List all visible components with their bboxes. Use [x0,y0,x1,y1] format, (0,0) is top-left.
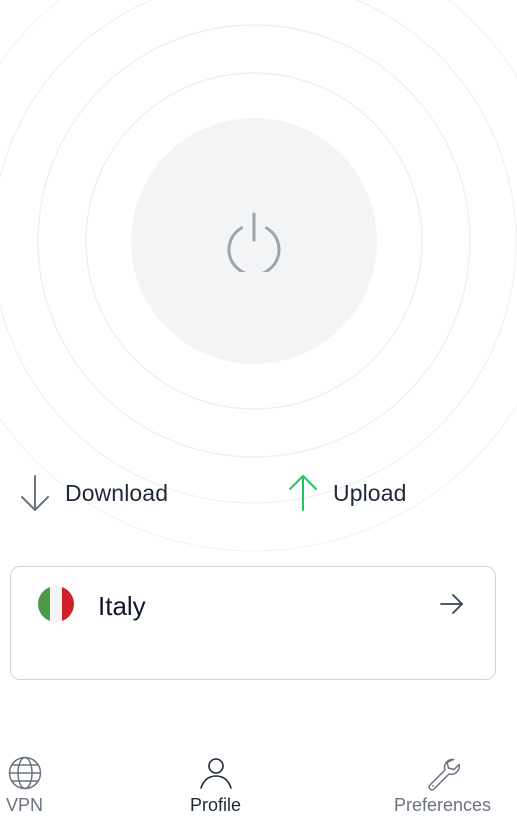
connect-power-button[interactable] [131,118,377,364]
wrench-icon [427,758,460,791]
upload-stat: Upload [286,473,407,513]
upload-label: Upload [333,479,407,506]
arrow-right-icon[interactable] [439,591,465,617]
flag-stripe-red [62,586,74,622]
globe-icon [8,756,41,790]
nav-label-profile: Profile [190,795,242,815]
user-icon [199,758,232,789]
arrow-up-icon [289,475,317,511]
flag-stripe-green [38,586,50,622]
nav-label-preferences: Preferences [394,795,492,815]
power-icon [227,212,281,272]
flag-stripe-white [50,586,62,622]
bottom-navigation: VPN Profile Preferences [0,755,517,819]
arrow-down-icon [21,475,49,511]
italy-flag-icon [38,586,74,622]
download-label: Download [65,479,169,506]
vpn-home-screen: Download Upload Italy VPN Profile Prefer… [0,0,517,819]
nav-item-preferences[interactable]: Preferences [394,755,491,816]
location-selector-card[interactable]: Italy [10,566,496,680]
nav-item-vpn[interactable]: VPN [6,755,43,816]
nav-item-profile[interactable]: Profile [190,755,241,816]
download-stat: Download [18,473,168,513]
nav-label-vpn: VPN [6,795,44,815]
country-name: Italy [98,591,146,621]
